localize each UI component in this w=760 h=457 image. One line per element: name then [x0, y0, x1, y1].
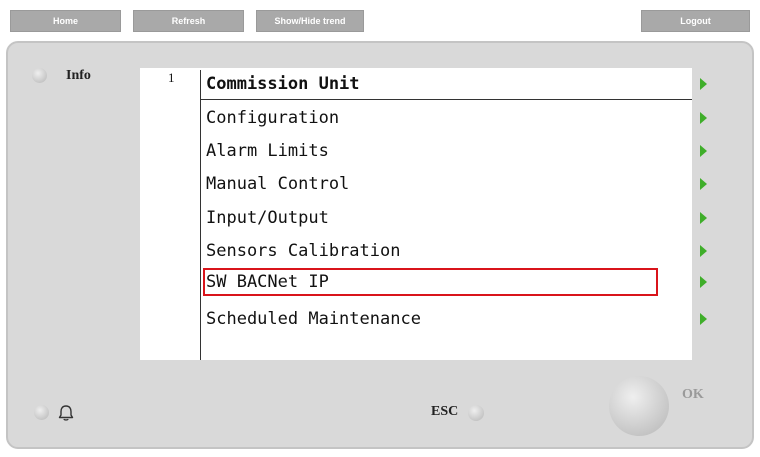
alarm-led-icon[interactable] [34, 405, 49, 420]
menu-item-scheduled-maintenance[interactable]: Scheduled Maintenance [205, 305, 707, 333]
menu-item-input-output[interactable]: Input/Output [205, 204, 707, 232]
info-led-icon[interactable] [32, 68, 47, 83]
menu-item-label: Sensors Calibration [206, 241, 401, 261]
menu-item-label: Manual Control [206, 174, 350, 194]
display-screen: 1 Commission Unit Configuration Alarm Li… [140, 68, 707, 360]
menu-item-label: Scheduled Maintenance [206, 309, 421, 329]
menu-item-label: Alarm Limits [206, 141, 329, 161]
green-arrow-icon [700, 78, 707, 90]
divider-vertical [200, 70, 201, 360]
green-arrow-icon [700, 145, 707, 157]
menu-title-label: Commission Unit [206, 74, 360, 94]
green-arrow-icon [700, 112, 707, 124]
green-arrow-icon [700, 276, 707, 288]
green-arrow-icon [700, 212, 707, 224]
menu-item-label: Configuration [206, 108, 340, 128]
green-arrow-icon [700, 245, 707, 257]
top-toolbar: Home Refresh Show/Hide trend Logout [0, 0, 760, 38]
menu-item-alarm-limits[interactable]: Alarm Limits [205, 137, 707, 165]
show-hide-trend-button[interactable]: Show/Hide trend [256, 10, 364, 32]
info-label: Info [66, 68, 91, 83]
controller-panel: Info 1 Commission Unit Configuration Ala… [6, 41, 754, 449]
bell-icon[interactable] [56, 403, 76, 423]
menu-item-manual-control[interactable]: Manual Control [205, 170, 707, 198]
menu-item-configuration[interactable]: Configuration [205, 104, 707, 132]
menu-item-label: SW BACNet IP [206, 272, 329, 292]
menu-item-sw-bacnet-ip[interactable]: SW BACNet IP [205, 268, 707, 296]
esc-button[interactable] [468, 405, 484, 421]
menu-title-commission-unit[interactable]: Commission Unit [205, 70, 707, 98]
esc-label: ESC [431, 404, 459, 419]
ok-label: OK [682, 387, 704, 402]
green-arrow-icon [700, 178, 707, 190]
home-button[interactable]: Home [10, 10, 121, 32]
green-arrow-icon [700, 313, 707, 325]
divider-horizontal [200, 99, 692, 100]
logout-button[interactable]: Logout [641, 10, 750, 32]
menu-item-label: Input/Output [206, 208, 329, 228]
refresh-button[interactable]: Refresh [133, 10, 244, 32]
ok-knob[interactable] [609, 376, 669, 436]
page-number: 1 [168, 70, 175, 85]
menu-item-sensors-calibration[interactable]: Sensors Calibration [205, 237, 707, 265]
